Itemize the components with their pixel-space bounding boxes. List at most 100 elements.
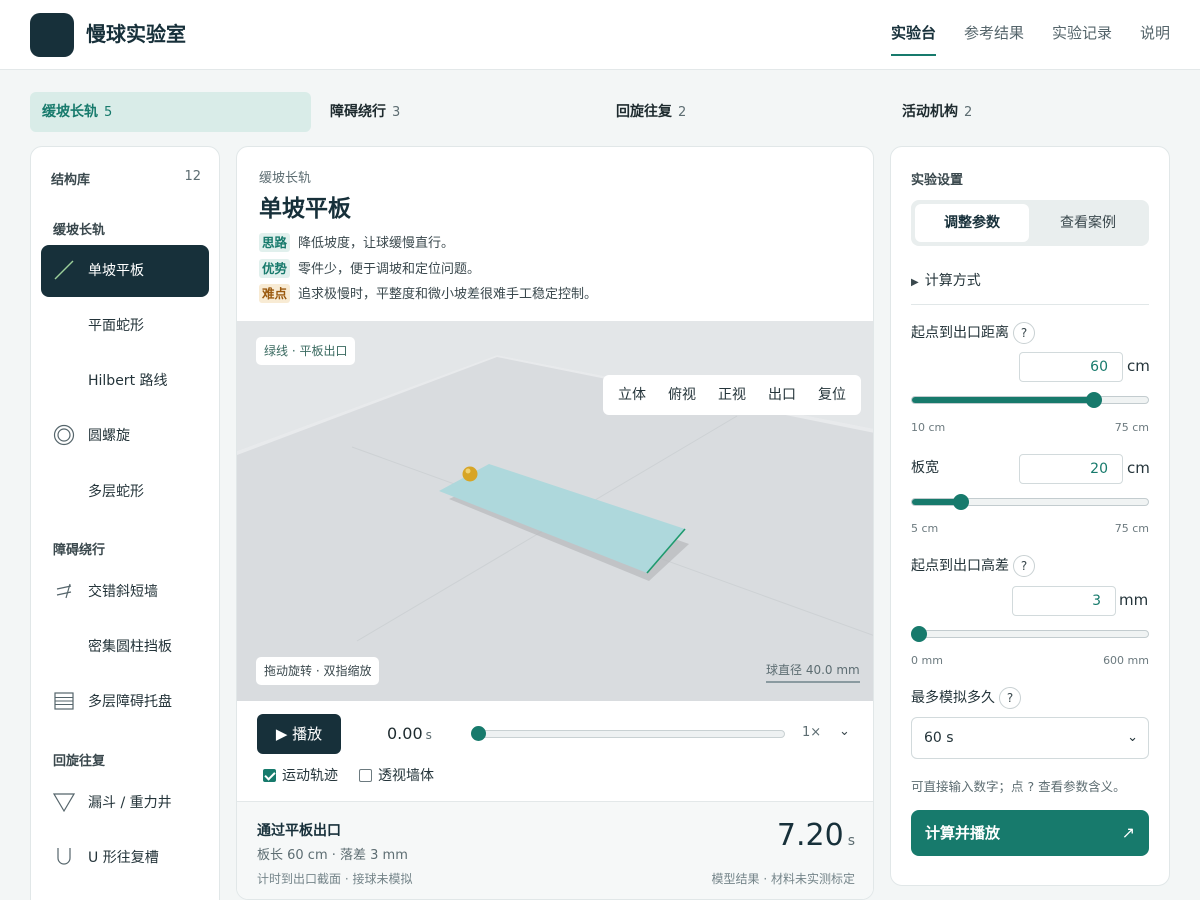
group-label-gentle-slope: 缓坡长轨 [53, 223, 106, 238]
app-title: 慢球实验室 [86, 22, 186, 46]
category-count: 5 [104, 105, 113, 120]
calc-method-toggle[interactable]: ▶ 计算方式 [911, 270, 981, 290]
spiral-icon [53, 424, 75, 446]
view-front-button[interactable]: 正视 [707, 375, 757, 415]
category-count: 2 [678, 105, 687, 120]
nav-workbench[interactable]: 实验台 [890, 0, 936, 70]
sidebar-item-single-slope-board[interactable]: 单坡平板 [41, 245, 209, 297]
board-width-max: 75 cm [1114, 522, 1149, 535]
height-diff-slider[interactable] [911, 630, 1149, 638]
field-label-duration: 最多模拟多久? [911, 687, 1021, 709]
category-tab-gentle-slope[interactable]: 缓坡长轨 5 [30, 92, 311, 132]
sidebar-item-multilayer-serpentine[interactable]: 多层蛇形 [41, 466, 209, 518]
speed-value[interactable]: 1× [802, 725, 821, 740]
funnel-icon [53, 793, 75, 813]
duration-select[interactable]: 60 s ⌄ [911, 717, 1149, 759]
board-width-slider-handle[interactable] [952, 494, 969, 510]
structure-library: 结构库 12 缓坡长轨 单坡平板 平面蛇形 Hilbert 路线 圆螺旋 多层蛇… [30, 146, 220, 900]
play-button[interactable]: ▶ 播放 [257, 714, 341, 754]
result-subtitle: 板长 60 cm · 落差 3 mm [257, 848, 408, 863]
view-toolbar: 立体 俯视 正视 出口 复位 [603, 375, 861, 415]
view-reset-button[interactable]: 复位 [807, 375, 857, 415]
sidebar-item-circular-spiral[interactable]: 圆螺旋 [41, 410, 209, 462]
help-icon[interactable]: ? [1013, 322, 1035, 344]
settings-tabs: 调整参数 查看案例 [911, 200, 1149, 246]
app-header: 慢球实验室 实验台 参考结果 实验记录 说明 [0, 0, 1200, 70]
sidebar-item-staggered-walls[interactable]: 交错斜短墙 [41, 566, 209, 618]
timeline-handle[interactable] [471, 726, 486, 741]
category-tab-reciprocating[interactable]: 回旋往复 2 [604, 92, 884, 132]
result-time: 7.20 s [776, 818, 855, 853]
experiment-panel: 缓坡长轨 单坡平板 思路 降低坡度，让球缓慢直行。 优势 零件少，便于调坡和定位问题… [236, 146, 874, 900]
3d-viewport[interactable]: 绿线 · 平板出口 立体 俯视 正视 出口 复位 拖动旋转 · 双指缩放 球直径… [237, 321, 873, 701]
height-diff-unit: mm [1119, 591, 1149, 609]
note-tag: 思路 [259, 233, 291, 252]
group-label-obstacle: 障碍绕行 [53, 543, 106, 558]
ball-diameter-scale: 球直径 40.0 mm [766, 661, 860, 683]
calculate-and-play-button[interactable]: 计算并播放 ↗ [911, 810, 1149, 856]
group-label-reciprocating: 回旋往复 [53, 754, 106, 769]
field-label-height-diff: 起点到出口高差? [911, 555, 1035, 577]
distance-slider[interactable] [911, 396, 1149, 404]
category-count: 2 [964, 105, 973, 120]
sidebar-item-hilbert-route[interactable]: Hilbert 路线 [41, 355, 209, 407]
help-icon[interactable]: ? [1013, 555, 1035, 577]
sidebar-item-funnel-gravity-well[interactable]: 漏斗 / 重力井 [41, 777, 209, 829]
sidebar-item-multilayer-tray[interactable]: 多层障碍托盘 [41, 676, 209, 728]
top-nav: 实验台 参考结果 实验记录 说明 [863, 0, 1170, 70]
ball[interactable] [462, 466, 478, 482]
distance-slider-handle[interactable] [1086, 392, 1103, 408]
board-width-slider[interactable] [911, 498, 1149, 506]
settings-title: 实验设置 [911, 173, 964, 188]
category-tab-mechanism[interactable]: 活动机构 2 [890, 92, 1170, 132]
help-icon[interactable]: ? [999, 687, 1021, 709]
nav-help[interactable]: 说明 [1140, 0, 1170, 70]
height-diff-slider-handle[interactable] [911, 626, 927, 642]
sidebar-item-dense-pillar-baffle[interactable]: 密集圆柱挡板 [41, 621, 209, 673]
exit-legend: 绿线 · 平板出口 [256, 337, 356, 365]
tab-view-cases[interactable]: 查看案例 [1031, 204, 1145, 242]
board-width-input[interactable]: 20 [1019, 454, 1123, 484]
arrow-up-right-icon: ↗ [1121, 823, 1135, 842]
height-diff-max: 600 mm [1103, 654, 1149, 667]
settings-hint: 可直接输入数字；点 ? 查看参数含义。 [911, 779, 1126, 794]
result-title: 通过平板出口 [257, 823, 341, 839]
app-logo [30, 13, 74, 57]
note-idea: 思路 降低坡度，让球缓慢直行。 [259, 233, 454, 255]
slider-fill [912, 397, 1096, 403]
note-tag: 优势 [259, 259, 291, 278]
sidebar-item-u-trough[interactable]: U 形往复槽 [41, 832, 209, 884]
transparent-walls-checkbox[interactable] [359, 769, 372, 782]
height-diff-input[interactable]: 3 [1012, 586, 1116, 616]
field-label-distance: 起点到出口距离? [911, 322, 1035, 344]
tab-adjust-params[interactable]: 调整参数 [915, 204, 1029, 242]
note-advantage: 优势 零件少，便于调坡和定位问题。 [259, 259, 480, 281]
view-top-button[interactable]: 俯视 [657, 375, 707, 415]
playback-timeline[interactable] [477, 730, 785, 738]
trajectory-checkbox[interactable] [263, 769, 276, 782]
nav-reference-results[interactable]: 参考结果 [964, 0, 1024, 70]
layered-tray-icon [54, 692, 74, 710]
view-exit-button[interactable]: 出口 [757, 375, 807, 415]
ball-highlight [465, 468, 471, 474]
u-trough-icon [57, 848, 71, 865]
chevron-down-icon: ⌄ [1127, 730, 1138, 745]
triangle-right-icon: ▶ [911, 277, 919, 288]
toggle-trajectory[interactable]: 运动轨迹 [263, 766, 338, 786]
height-diff-min: 0 mm [911, 654, 943, 667]
divider [911, 304, 1149, 305]
nav-experiment-log[interactable]: 实验记录 [1052, 0, 1112, 70]
field-label-board-width: 板宽 [911, 460, 939, 476]
category-tab-obstacle[interactable]: 障碍绕行 3 [318, 92, 598, 132]
staggered-walls-icon [56, 583, 72, 599]
result-note: 模型结果 · 材料未实测标定 [711, 872, 855, 886]
breadcrumb: 缓坡长轨 [259, 171, 312, 186]
chevron-down-icon[interactable]: ⌄ [839, 724, 850, 739]
page-title: 单坡平板 [259, 196, 351, 222]
category-tabs: 缓坡长轨 5 障碍绕行 3 回旋往复 2 活动机构 2 [30, 92, 1170, 132]
view-3d-button[interactable]: 立体 [607, 375, 657, 415]
sidebar-item-planar-serpentine[interactable]: 平面蛇形 [41, 300, 209, 352]
distance-min: 10 cm [911, 421, 946, 434]
distance-input[interactable]: 60 [1019, 352, 1123, 382]
toggle-transparent-walls[interactable]: 透视墙体 [359, 766, 434, 786]
